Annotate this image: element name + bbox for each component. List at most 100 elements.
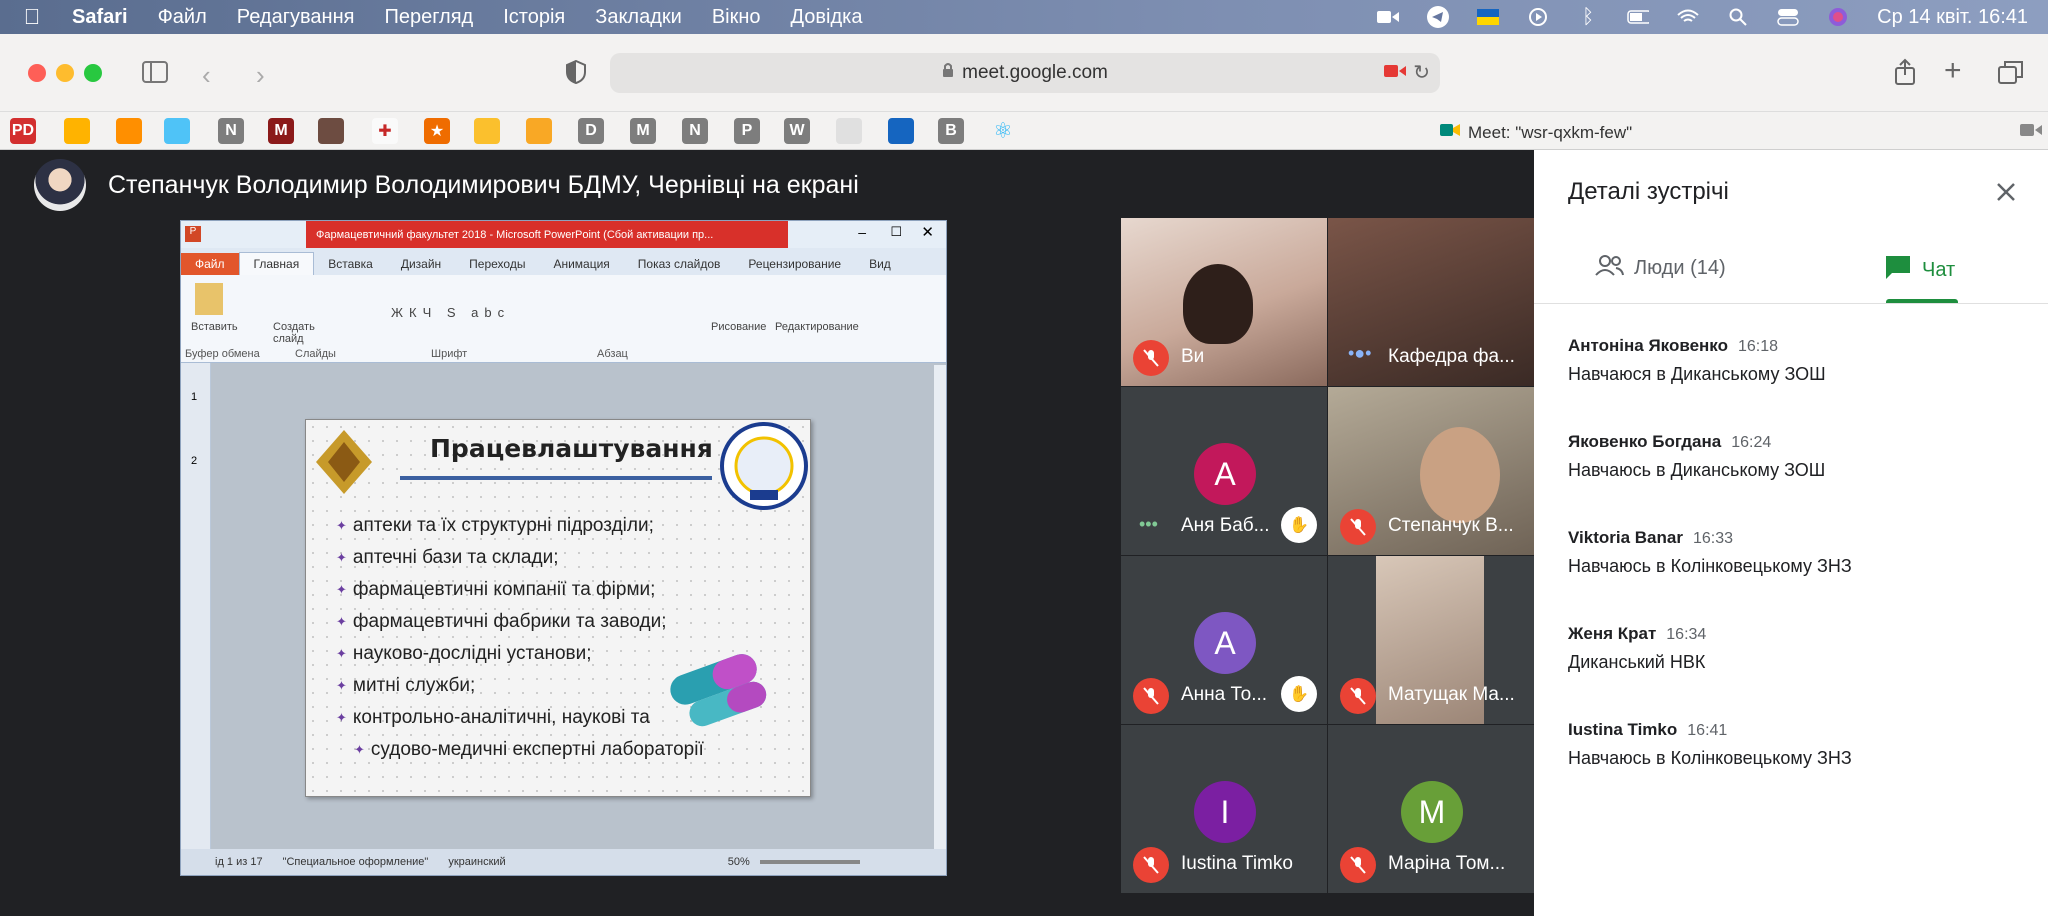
ppt-tab-review[interactable]: Рецензирование [734, 253, 855, 275]
bookmark-react-icon[interactable]: ⚛ [990, 118, 1016, 144]
ppt-close-icon[interactable]: ✕ [921, 223, 934, 241]
paste-icon[interactable] [195, 283, 223, 315]
thumb-1[interactable]: 1 [191, 391, 197, 403]
bookmark-pinwheel-icon[interactable] [64, 118, 90, 144]
participant-tile[interactable]: Матущак Ма... [1328, 556, 1534, 724]
bookmark-emblem-icon[interactable] [318, 118, 344, 144]
ppt-tab-transitions[interactable]: Переходы [455, 253, 539, 275]
participant-tile[interactable]: Ви [1121, 218, 1327, 386]
new-slide-button[interactable]: Создать слайд [273, 321, 325, 345]
zoom-window-button[interactable] [84, 64, 102, 82]
bullet-item: аптечні бази та склади; [336, 542, 704, 574]
ppt-tab-design[interactable]: Дизайн [387, 253, 455, 275]
camera-recording-icon[interactable] [1384, 63, 1406, 85]
address-bar[interactable]: meet.google.com ↻ [610, 53, 1440, 93]
forward-icon[interactable]: › [256, 60, 265, 91]
participant-name: Матущак Ма... [1388, 684, 1515, 705]
ppt-tab-slideshow[interactable]: Показ слайдов [624, 253, 735, 275]
more-icon: ••• [1139, 514, 1158, 534]
font-format-icons[interactable]: ЖКЧ S abc [391, 305, 510, 320]
search-icon[interactable] [1727, 7, 1749, 27]
editing-button[interactable]: Редактирование [775, 321, 859, 333]
menu-edit[interactable]: Редагування [237, 6, 355, 29]
shield-icon[interactable] [566, 59, 586, 89]
ppt-tab-animation[interactable]: Анимация [539, 253, 623, 275]
camera-icon[interactable] [1377, 7, 1400, 27]
shared-screen[interactable]: P Фармацевтичний факультет 2018 - Micros… [180, 220, 947, 876]
battery-icon[interactable] [1627, 7, 1650, 27]
bookmark-puzzle-icon[interactable] [116, 118, 142, 144]
bookmark-cross-icon[interactable]: ✚ [372, 118, 398, 144]
bookmark-d[interactable]: D [578, 118, 604, 144]
mic-off-icon [1340, 678, 1376, 714]
tab-overview-icon[interactable] [1998, 60, 2024, 89]
bookmark-pencil-icon[interactable] [164, 118, 190, 144]
apple-menu-icon[interactable]:  [12, 4, 52, 30]
menu-bookmarks[interactable]: Закладки [595, 6, 682, 29]
powerpoint-icon: P [185, 226, 201, 242]
bookmark-b[interactable]: B [938, 118, 964, 144]
wifi-icon[interactable] [1677, 7, 1699, 27]
bookmark-pd[interactable]: PD [10, 118, 36, 144]
drawing-button[interactable]: Рисование [711, 321, 766, 333]
telegram-icon[interactable] [1427, 6, 1450, 28]
menu-window[interactable]: Вікно [712, 6, 761, 29]
share-icon[interactable] [1894, 58, 1916, 91]
ppt-tab-file[interactable]: Файл [181, 253, 239, 275]
participant-tile[interactable]: M Маріна Том... [1328, 725, 1534, 893]
tab-chat[interactable]: Чат [1884, 254, 1955, 286]
siri-icon[interactable] [1827, 7, 1849, 27]
video-icon[interactable] [2020, 122, 2042, 143]
play-icon[interactable] [1527, 7, 1549, 27]
menu-app-safari[interactable]: Safari [72, 6, 128, 29]
bookmark-p[interactable]: P [734, 118, 760, 144]
reload-icon[interactable]: ↻ [1413, 60, 1430, 85]
menu-history[interactable]: Історія [503, 6, 565, 29]
meeting-stage: Степанчук Володимир Володимирович БДМУ, … [0, 150, 1534, 916]
flag-ukraine-icon[interactable] [1477, 7, 1500, 27]
clock[interactable]: Ср 14 квіт. 16:41 [1877, 6, 2028, 29]
bookmark-m[interactable]: M [268, 118, 294, 144]
control-center-icon[interactable] [1777, 7, 1799, 27]
ppt-tab-insert[interactable]: Вставка [314, 253, 387, 275]
bookmark-w[interactable]: W [784, 118, 810, 144]
bookmark-pm-icon[interactable] [888, 118, 914, 144]
bookmark-candle-icon[interactable] [526, 118, 552, 144]
participant-tile[interactable]: •●• Кафедра фа... [1328, 218, 1534, 386]
current-slide[interactable]: Працевлаштування аптеки та їх структурні… [305, 419, 811, 797]
participant-tile[interactable]: I Iustina Timko [1121, 725, 1327, 893]
ppt-minimize-icon[interactable]: – [858, 224, 866, 240]
new-tab-icon[interactable]: + [1944, 54, 1962, 88]
close-icon[interactable] [1990, 176, 2022, 208]
menu-file[interactable]: Файл [158, 6, 207, 29]
menu-help[interactable]: Довідка [791, 6, 863, 29]
menu-view[interactable]: Перегляд [384, 6, 473, 29]
ppt-maximize-icon[interactable]: ☐ [890, 224, 902, 240]
zoom-slider[interactable] [759, 860, 860, 864]
bookmark-star-icon[interactable]: ★ [424, 118, 450, 144]
minimize-window-button[interactable] [56, 64, 74, 82]
paste-button[interactable]: Вставить [191, 321, 238, 333]
ppt-scrollbar[interactable] [934, 365, 946, 849]
thumb-2[interactable]: 2 [191, 455, 197, 467]
bookmark-n[interactable]: N [218, 118, 244, 144]
bookmark-m2[interactable]: M [630, 118, 656, 144]
close-window-button[interactable] [28, 64, 46, 82]
ppt-tab-view[interactable]: Вид [855, 253, 905, 275]
participant-tile[interactable]: А ••• Аня Баб... ✋ [1121, 387, 1327, 555]
back-icon[interactable]: ‹ [202, 60, 211, 91]
participant-tile[interactable]: Степанчук В... [1328, 387, 1534, 555]
bookmark-n2[interactable]: N [682, 118, 708, 144]
sidebar-icon[interactable] [142, 61, 168, 88]
zoom-level[interactable]: 50% [728, 856, 750, 868]
bookmarks-bar: PD N M ✚ ★ D M N P W B ⚛ Meet: "wsr-qxkm… [0, 112, 2048, 150]
bluetooth-icon[interactable]: ᛒ [1577, 6, 1599, 28]
ppt-workspace: 1 2 Працевлаштування аптеки та їх структ… [181, 363, 946, 851]
participant-tile[interactable]: А Анна То... ✋ [1121, 556, 1327, 724]
ppt-tab-home[interactable]: Главная [238, 252, 315, 275]
tab-people[interactable]: Люди (14) [1594, 254, 1726, 282]
presenter-avatar [34, 159, 86, 211]
bookmark-e-icon[interactable] [474, 118, 500, 144]
bookmark-bird-icon[interactable] [836, 118, 862, 144]
active-tab[interactable]: Meet: "wsr-qxkm-few" [1440, 122, 1632, 143]
